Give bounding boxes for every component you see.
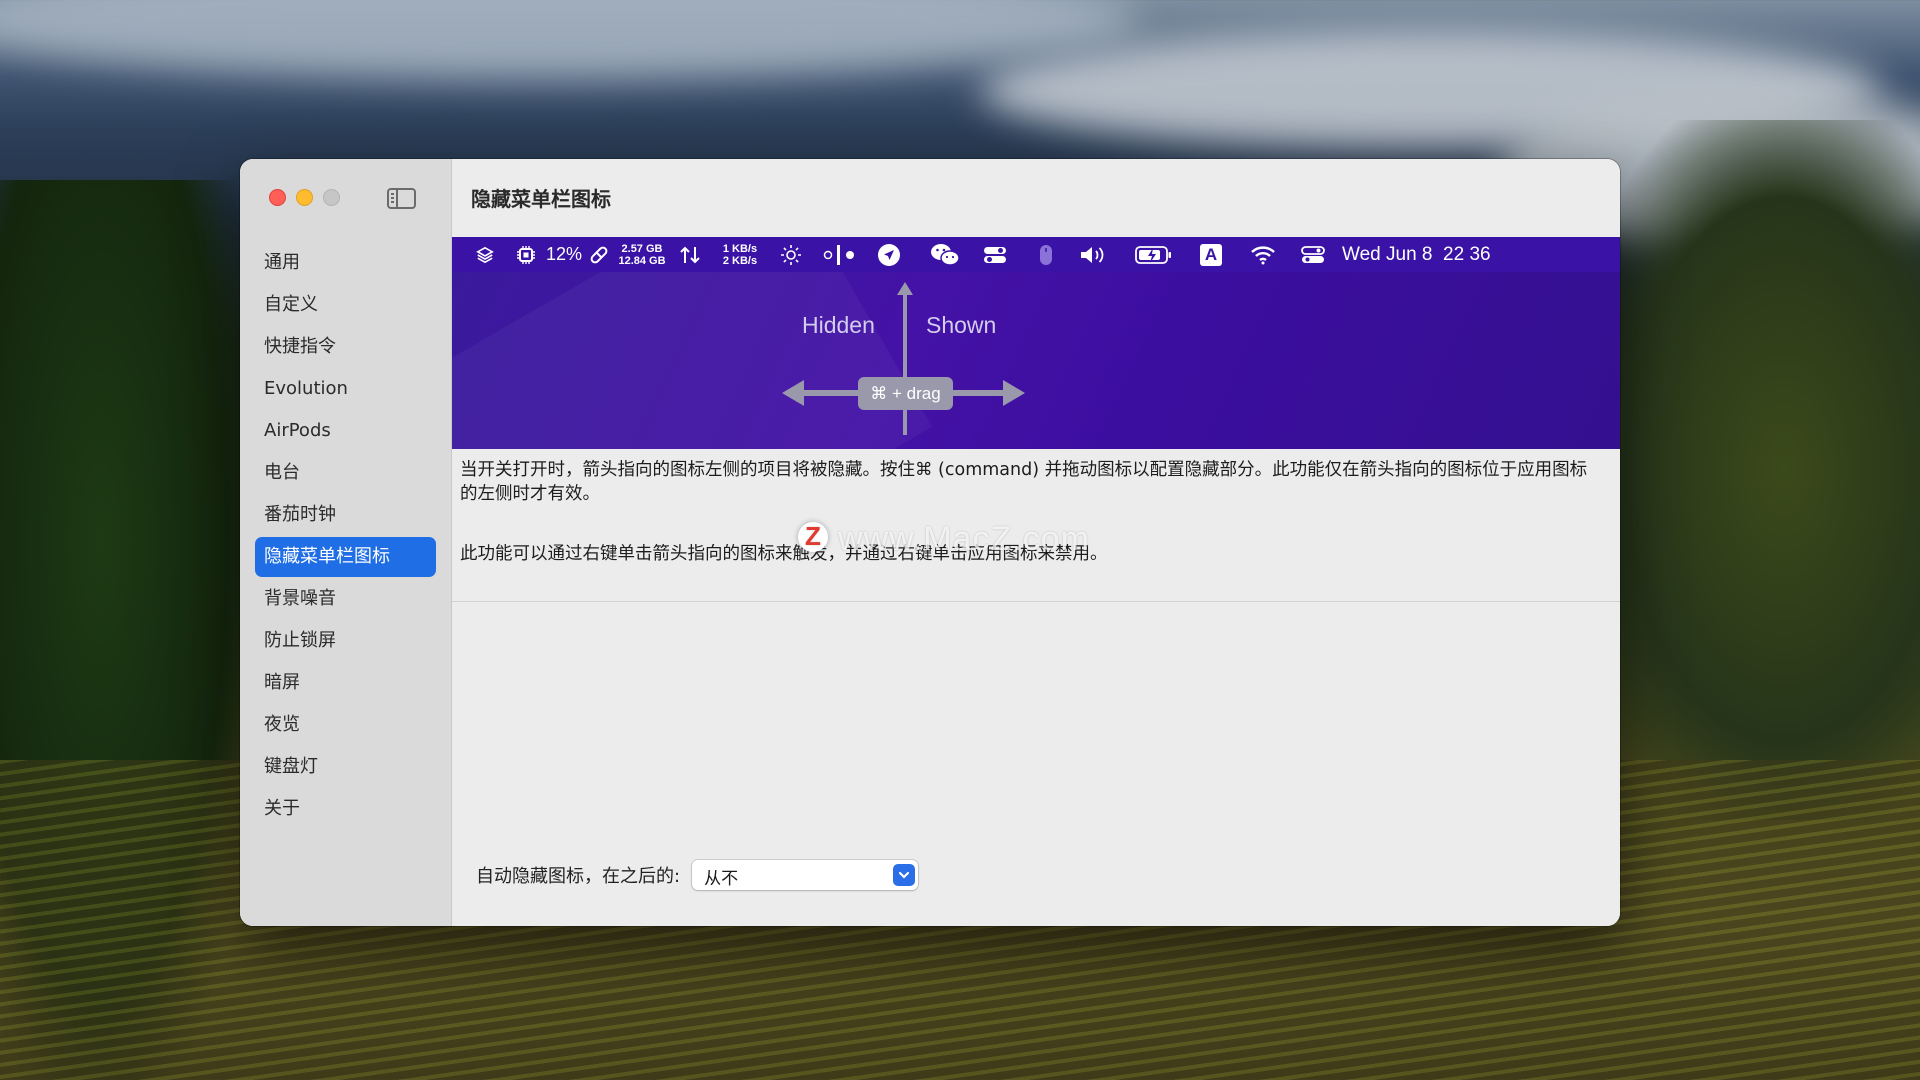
- sidebar-item-shortcuts[interactable]: 快捷指令: [255, 327, 436, 367]
- auto-hide-row: 自动隐藏图标，在之后的: 从不: [476, 860, 919, 890]
- sidebar-item-evolution[interactable]: Evolution: [255, 369, 436, 409]
- drag-guide-arrows: [782, 282, 1025, 435]
- watermark-text: www.MacZ.com: [838, 520, 1090, 558]
- sidebar-item-customize[interactable]: 自定义: [255, 285, 436, 325]
- divider: [452, 601, 1620, 602]
- description-paragraph-1: 当开关打开时，箭头指向的图标左侧的项目将被隐藏。按住⌘ (command) 并拖…: [460, 460, 1588, 504]
- page-title: 隐藏菜单栏图标: [471, 187, 611, 211]
- sidebar-toggle-icon[interactable]: [387, 188, 416, 209]
- menubar-demo: 12% 2.57 GB 12.84 GB 1 KB/s 2 KB/s A Wed…: [452, 237, 1620, 449]
- auto-hide-select[interactable]: 从不: [692, 860, 919, 890]
- watermark-logo-icon: [798, 521, 828, 552]
- auto-hide-label: 自动隐藏图标，在之后的:: [476, 866, 681, 887]
- sidebar-item-background-noise[interactable]: 背景噪音: [255, 579, 436, 619]
- sidebar-item-hide-menubar-icons[interactable]: 隐藏菜单栏图标: [255, 537, 436, 577]
- watermark: www.MacZ.com: [798, 520, 1090, 559]
- window-controls: [269, 189, 340, 206]
- sidebar-item-pomodoro[interactable]: 番茄时钟: [255, 495, 436, 535]
- sidebar-item-keyboard-light[interactable]: 键盘灯: [255, 747, 436, 787]
- wallpaper-cloud: [0, 0, 1140, 80]
- sidebar-nav: 通用 自定义 快捷指令 Evolution AirPods 电台 番茄时钟 隐藏…: [240, 243, 451, 831]
- close-button[interactable]: [269, 189, 286, 206]
- sidebar-item-prevent-lock[interactable]: 防止锁屏: [255, 621, 436, 661]
- shown-label: Shown: [926, 312, 997, 338]
- sidebar-item-about[interactable]: 关于: [255, 789, 436, 829]
- sidebar: 通用 自定义 快捷指令 Evolution AirPods 电台 番茄时钟 隐藏…: [240, 159, 452, 926]
- drag-hint-badge: ⌘ + drag: [858, 377, 953, 410]
- auto-hide-value: 从不: [704, 869, 739, 889]
- sidebar-item-general[interactable]: 通用: [255, 243, 436, 283]
- sidebar-item-airpods[interactable]: AirPods: [255, 411, 436, 451]
- hidden-label: Hidden: [802, 312, 875, 338]
- sidebar-item-dim-screen[interactable]: 暗屏: [255, 663, 436, 703]
- wallpaper-trees: [1580, 120, 1920, 820]
- sidebar-item-radio[interactable]: 电台: [255, 453, 436, 493]
- sidebar-item-night-shift[interactable]: 夜览: [255, 705, 436, 745]
- zoom-button[interactable]: [323, 189, 340, 206]
- chevron-down-icon[interactable]: [893, 864, 916, 886]
- minimize-button[interactable]: [296, 189, 313, 206]
